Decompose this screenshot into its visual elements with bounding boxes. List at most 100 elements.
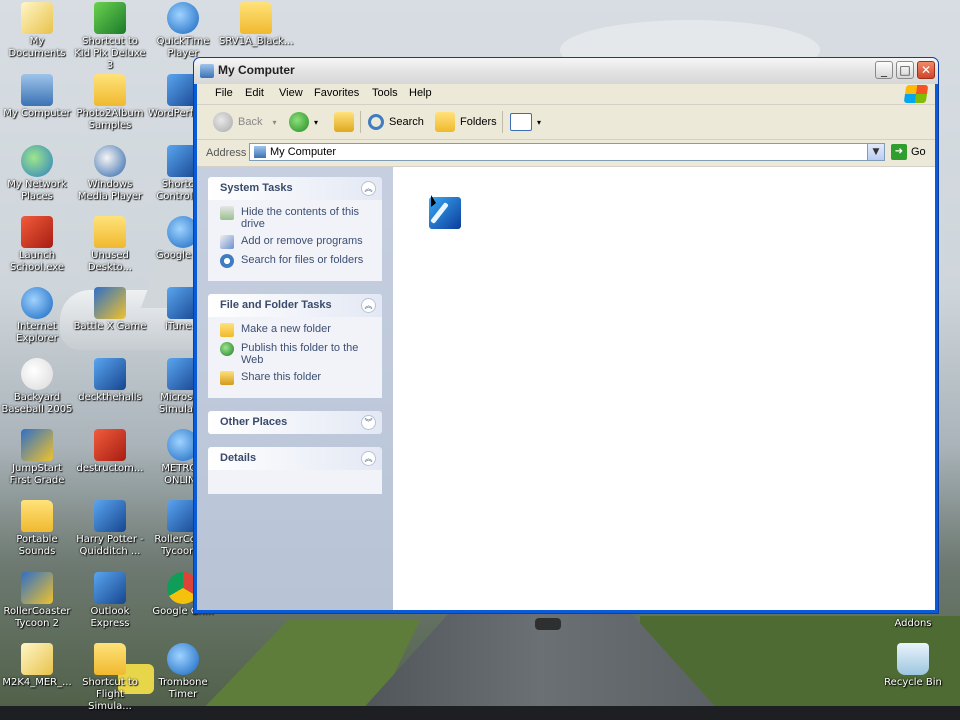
up-folder-icon — [334, 112, 354, 132]
task-share-folder[interactable]: Share this folder — [220, 371, 374, 385]
desktop-icon-rollercoaster-2[interactable]: RollerCoaster Tycoon 2 — [0, 572, 74, 630]
desktop-icon-srv1a[interactable]: SRV1A_Black... — [219, 2, 293, 48]
desktop-icon-trombone-timer[interactable]: Trombone Timer — [146, 643, 220, 701]
internet-explorer-icon — [21, 287, 53, 319]
menu-file[interactable]: File — [215, 87, 233, 99]
forward-arrow-icon — [289, 112, 309, 132]
address-input[interactable]: My Computer ▼ — [249, 143, 885, 161]
desktop-icon-jumpstart[interactable]: JumpStart First Grade — [0, 429, 74, 487]
timer-icon — [167, 643, 199, 675]
desktop-icon-network-places[interactable]: My Network Places — [0, 145, 74, 203]
desktop-icon-photo2album[interactable]: Photo2Album Samples — [73, 74, 147, 132]
desktop-icon-recycle-bin[interactable]: Recycle Bin — [876, 643, 950, 689]
folder-icon — [240, 2, 272, 34]
desktop-icon-my-documents[interactable]: My Documents — [0, 2, 74, 60]
forward-dropdown-icon[interactable]: ▾ — [314, 118, 318, 127]
desktop-icon-launch-school[interactable]: Launch School.exe — [0, 216, 74, 274]
address-value: My Computer — [270, 146, 337, 158]
menu-edit[interactable]: Edit — [245, 87, 264, 99]
game-icon — [21, 429, 53, 461]
my-computer-window[interactable]: My Computer _ □ ✕ File Edit View Favorit… — [193, 57, 939, 614]
hide-contents-icon — [220, 206, 234, 220]
collapse-chevron-icon[interactable]: ︽ — [361, 181, 376, 196]
close-button[interactable]: ✕ — [917, 61, 935, 79]
game-icon — [94, 500, 126, 532]
forward-button[interactable]: ▾ — [289, 111, 318, 133]
desktop-icon-deckthehalls[interactable]: deckthehalls — [73, 358, 147, 404]
title-bar[interactable]: My Computer _ □ ✕ — [194, 58, 938, 84]
search-icon — [368, 114, 384, 130]
task-pane: System Tasks ︽ Hide the contents of this… — [197, 167, 393, 610]
desktop-icon-battle-x[interactable]: Battle X Game — [73, 287, 147, 333]
up-button[interactable] — [334, 111, 359, 133]
search-button[interactable]: Search — [368, 111, 424, 133]
desktop-icon-outlook-express[interactable]: Outlook Express — [73, 572, 147, 630]
desktop-icon-destructomatic[interactable]: destructom... — [73, 429, 147, 475]
task-publish-to-web[interactable]: Publish this folder to the Web — [220, 342, 374, 366]
go-button[interactable]: ➜ Go — [891, 144, 926, 160]
add-remove-programs-icon — [220, 235, 234, 249]
back-dropdown-icon[interactable]: ▾ — [272, 118, 276, 127]
other-places-header[interactable]: Other Places ︾ — [208, 411, 382, 434]
school-icon — [21, 216, 53, 248]
desktop-icon-media-player[interactable]: Windows Media Player — [73, 145, 147, 203]
desktop-icon-portable-sounds[interactable]: Portable Sounds — [0, 500, 74, 558]
game-icon — [21, 572, 53, 604]
menu-tools[interactable]: Tools — [372, 87, 398, 99]
system-tasks-header[interactable]: System Tasks ︽ — [208, 177, 382, 200]
recycle-bin-icon — [897, 643, 929, 675]
menu-view[interactable]: View — [279, 87, 303, 99]
desktop-icon-internet-explorer[interactable]: Internet Explorer — [0, 287, 74, 345]
quicktime-icon — [167, 2, 199, 34]
task-make-new-folder[interactable]: Make a new folder — [220, 323, 374, 337]
views-dropdown-icon[interactable]: ▾ — [537, 118, 541, 127]
baseball-icon — [21, 358, 53, 390]
back-arrow-icon — [213, 112, 233, 132]
maximize-button[interactable]: □ — [896, 61, 914, 79]
app-icon — [94, 429, 126, 461]
desktop-icon-harry-potter[interactable]: Harry Potter - Quidditch ... — [73, 500, 147, 558]
media-player-icon — [94, 145, 126, 177]
toolbar-separator — [360, 111, 361, 133]
folder-icon — [21, 500, 53, 532]
address-label: Address — [206, 147, 247, 159]
task-hide-drive-contents[interactable]: Hide the contents of this drive — [220, 206, 374, 230]
system-tasks-group: System Tasks ︽ Hide the contents of this… — [208, 177, 382, 281]
new-folder-icon — [220, 323, 234, 337]
desktop-icon-addons[interactable]: Addons — [876, 618, 950, 630]
other-places-group: Other Places ︾ — [208, 411, 382, 434]
window-title: My Computer — [218, 63, 295, 77]
window-frame: File Edit View Favorites Tools Help Back… — [197, 84, 935, 610]
my-documents-icon — [21, 2, 53, 34]
details-group: Details ︽ — [208, 447, 382, 494]
desktop-icon-unused-desktop[interactable]: Unused Deskto... — [73, 216, 147, 274]
task-add-remove-programs[interactable]: Add or remove programs — [220, 235, 374, 249]
toolbar-separator — [502, 111, 503, 133]
car — [535, 618, 561, 630]
details-body — [208, 470, 382, 494]
collapse-chevron-icon[interactable]: ︽ — [361, 298, 376, 313]
address-dropdown-icon[interactable]: ▼ — [867, 144, 884, 160]
menu-favorites[interactable]: Favorites — [314, 87, 359, 99]
folders-button[interactable]: Folders — [435, 111, 497, 133]
desktop-icon-m2k4[interactable]: M2K4_MER_... — [0, 643, 74, 689]
back-button[interactable]: Back ▾ — [213, 111, 276, 133]
menu-bar: File Edit View Favorites Tools Help — [197, 84, 935, 105]
desktop-icon-flight-sim[interactable]: Shortcut to Flight Simula... — [73, 643, 147, 713]
desktop-icon-quicktime[interactable]: QuickTime Player — [146, 2, 220, 60]
task-search-files[interactable]: Search for files or folders — [220, 254, 374, 268]
menu-help[interactable]: Help — [409, 87, 432, 99]
details-header[interactable]: Details ︽ — [208, 447, 382, 470]
desktop-icon-backyard-baseball[interactable]: Backyard Baseball 2005 — [0, 358, 74, 416]
folder-icon — [94, 643, 126, 675]
desktop-icon-my-computer[interactable]: My Computer — [0, 74, 74, 120]
file-folder-tasks-header[interactable]: File and Folder Tasks ︽ — [208, 294, 382, 317]
collapse-chevron-icon[interactable]: ︽ — [361, 451, 376, 466]
minimize-button[interactable]: _ — [875, 61, 893, 79]
views-button[interactable]: ▾ — [510, 111, 541, 133]
folder-icon — [94, 74, 126, 106]
views-icon — [510, 113, 532, 131]
address-bar: Address My Computer ▼ ➜ Go — [197, 140, 935, 167]
expand-chevron-icon[interactable]: ︾ — [361, 415, 376, 430]
desktop-icon-kid-pix[interactable]: Shortcut to Kid Pix Deluxe 3 — [73, 2, 147, 72]
